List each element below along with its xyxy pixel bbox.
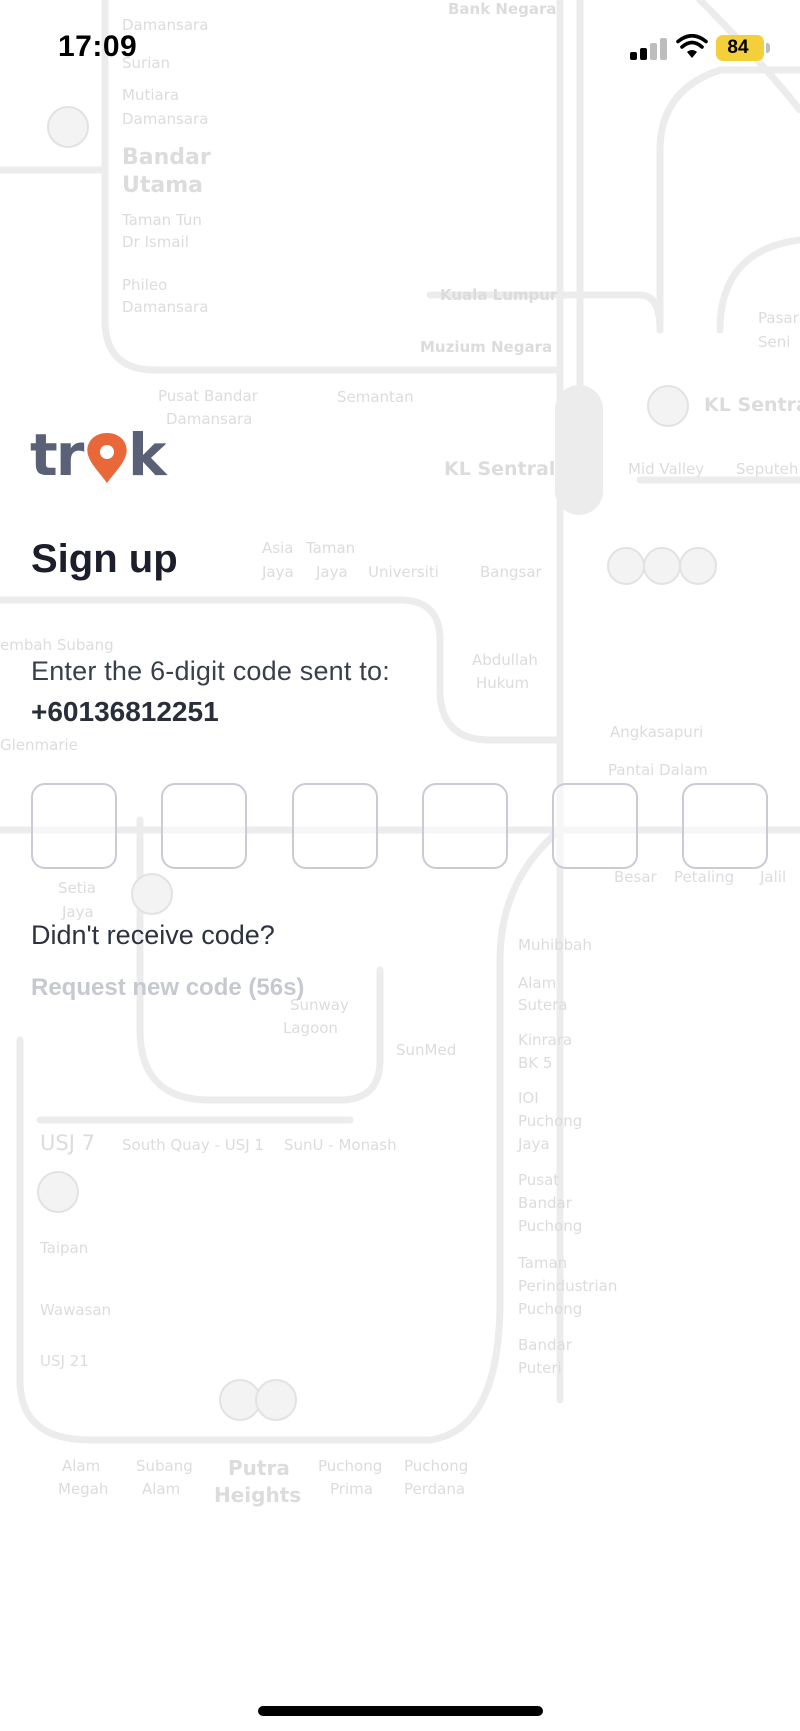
svg-text:tr: tr — [30, 425, 85, 485]
request-new-code-button[interactable]: Request new code (56s) — [31, 974, 304, 1002]
otp-digit-4[interactable] — [422, 783, 508, 869]
phone-number: +60136812251 — [31, 696, 219, 727]
otp-digit-6[interactable] — [682, 783, 768, 869]
otp-input-group — [31, 783, 771, 869]
otp-digit-5[interactable] — [552, 783, 638, 869]
otp-digit-3[interactable] — [292, 783, 378, 869]
page-title: Sign up — [31, 537, 178, 581]
code-instruction: Enter the 6-digit code sent to: — [31, 656, 390, 686]
svg-text:k: k — [128, 425, 168, 485]
otp-digit-2[interactable] — [161, 783, 247, 869]
trek-logo: tr k — [30, 425, 170, 485]
signup-screen: tr k Sign up Enter the 6-digit code sent… — [0, 0, 800, 1731]
home-indicator[interactable] — [258, 1706, 543, 1716]
no-code-text: Didn't receive code? — [31, 920, 275, 950]
otp-digit-1[interactable] — [31, 783, 117, 869]
